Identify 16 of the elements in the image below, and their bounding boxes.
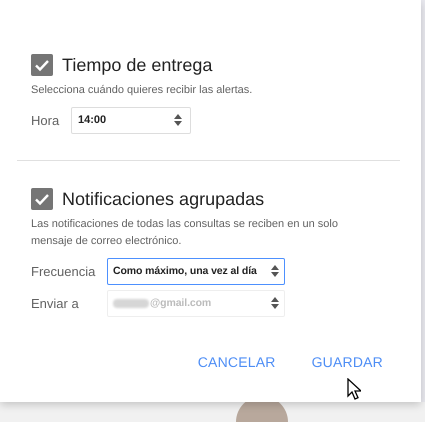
section-description: Las notificaciones de todas las consultas se reciben en un solo mensaje de correo electrónico. [31, 217, 339, 249]
field-label: Enviar a [31, 296, 80, 310]
checkbox[interactable] [31, 188, 53, 210]
stepper-arrows-icon [271, 297, 279, 309]
save-button[interactable]: GUARDAR [312, 350, 383, 374]
cancel-button[interactable]: CANCELAR [198, 350, 276, 374]
checkbox[interactable] [31, 54, 53, 76]
field-label: Hora [31, 112, 60, 128]
select-field[interactable]: 14:00 [71, 106, 191, 134]
select-field[interactable]: Como máximo, una vez al día [107, 258, 285, 284]
field-label: Frecuencia [31, 264, 96, 278]
section-title: Notificaciones agrupadas [62, 188, 264, 210]
stepper-arrows-icon [271, 265, 279, 277]
stepper-arrows-icon [174, 114, 182, 126]
section-description: Selecciona cuándo quieres recibir las alertas. [31, 83, 254, 98]
section-title: Tiempo de entrega [62, 54, 212, 76]
